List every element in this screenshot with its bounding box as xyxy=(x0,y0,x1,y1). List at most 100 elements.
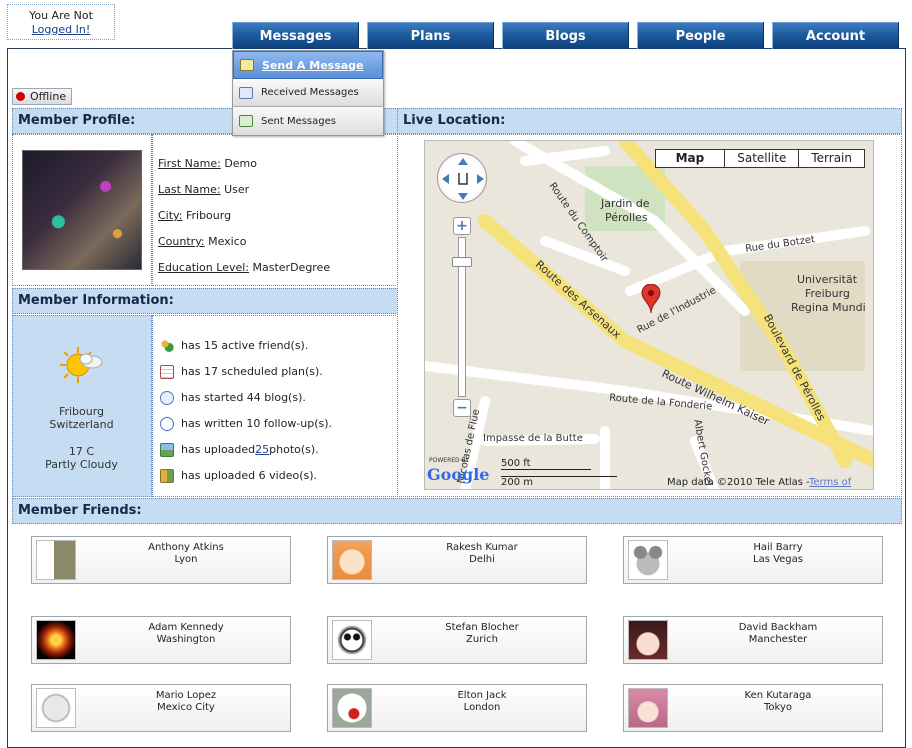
friend-avatar xyxy=(332,620,372,660)
friend-city: Zurich xyxy=(466,634,498,645)
map-label: Pérolles xyxy=(605,211,648,224)
map-label: Regina Mundi xyxy=(791,301,866,314)
menu-item-label: Received Messages xyxy=(261,87,359,98)
nav-tab-plans[interactable]: Plans xyxy=(367,22,494,49)
map-terms-link[interactable]: Terms of Use xyxy=(809,477,873,489)
friend-card[interactable]: Stefan Blocher Zurich xyxy=(327,616,587,664)
menu-item-sent-messages[interactable]: Sent Messages xyxy=(233,107,383,135)
map-pan-control[interactable] xyxy=(437,153,487,203)
map-label: Universität xyxy=(797,273,858,286)
map-label: Freiburg xyxy=(805,287,850,300)
friend-city: Mexico City xyxy=(157,702,215,713)
field-value: Mexico xyxy=(208,235,247,248)
powered-by-label: POWERED BY xyxy=(429,457,470,464)
friend-card[interactable]: Mario Lopez Mexico City xyxy=(31,684,291,732)
friend-city: Las Vegas xyxy=(753,554,803,565)
nav-tab-people[interactable]: People xyxy=(637,22,764,49)
stat-plans: has 17 scheduled plan(s). xyxy=(160,359,332,385)
menu-item-send-message[interactable]: Send A Message xyxy=(233,51,383,79)
status-label: Offline xyxy=(30,90,67,103)
login-status-box: You Are Not Logged In! xyxy=(7,4,115,40)
stat-followups: has written 10 follow-up(s). xyxy=(160,411,332,437)
nav-tab-messages[interactable]: Messages xyxy=(232,22,359,49)
map-label: Jardin de xyxy=(601,197,650,210)
friend-name: Anthony Atkins xyxy=(148,542,224,553)
stat-text: photo(s). xyxy=(269,443,319,456)
member-information-header: Member Information: xyxy=(12,288,398,314)
friend-avatar xyxy=(332,688,372,728)
stat-text: has uploaded 6 video(s). xyxy=(181,469,318,482)
offline-status-icon xyxy=(16,92,25,101)
weather-country: Switzerland xyxy=(49,418,114,431)
field-value: Demo xyxy=(224,157,257,170)
friend-card[interactable]: Elton Jack London xyxy=(327,684,587,732)
friend-city: Tokyo xyxy=(764,702,792,713)
menu-item-label: Sent Messages xyxy=(261,115,336,127)
map-copyright: Map data ©2010 Tele Atlas - xyxy=(667,477,810,488)
field-label: First Name: xyxy=(158,157,221,170)
zoom-slider-handle[interactable] xyxy=(452,257,472,267)
map-type-selector: Map Satellite Terrain xyxy=(654,149,865,168)
menu-item-received-messages[interactable]: Received Messages xyxy=(233,79,383,107)
field-label: Education Level: xyxy=(158,261,250,274)
weather-city: Fribourg xyxy=(58,405,105,418)
profile-photo xyxy=(22,150,142,270)
field-value: User xyxy=(224,183,250,196)
friend-name: Hail Barry xyxy=(753,542,803,553)
map-type-satellite[interactable]: Satellite xyxy=(724,150,798,167)
friend-city: Manchester xyxy=(748,634,808,645)
zoom-in-button[interactable]: + xyxy=(453,217,471,235)
video-icon xyxy=(160,469,174,483)
friend-name: Mario Lopez xyxy=(155,690,217,701)
nav-tab-account[interactable]: Account xyxy=(772,22,899,49)
weather-condition: Partly Cloudy xyxy=(45,458,118,471)
live-location-header: Live Location: xyxy=(397,108,902,134)
map-type-terrain[interactable]: Terrain xyxy=(798,150,864,167)
login-status-text: You Are Not xyxy=(29,9,93,22)
speech-bubbles-icon xyxy=(160,391,174,405)
field-value: Fribourg xyxy=(185,209,232,222)
location-map[interactable]: Map Satellite Terrain + − Jardin de Péro… xyxy=(424,140,874,490)
stat-text: has uploaded xyxy=(181,443,256,456)
friend-card[interactable]: Anthony Atkins Lyon xyxy=(31,536,291,584)
member-friends-header: Member Friends: xyxy=(12,498,902,524)
stat-blogs: has started 44 blog(s). xyxy=(160,385,332,411)
nav-tab-blogs[interactable]: Blogs xyxy=(502,22,629,49)
stat-videos: has uploaded 6 video(s). xyxy=(160,463,332,489)
photos-count-link[interactable]: 25 xyxy=(255,437,269,463)
stat-text: has 15 active friend(s). xyxy=(181,339,309,352)
friend-card[interactable]: Ken Kutaraga Tokyo xyxy=(623,684,883,732)
friend-avatar xyxy=(36,688,76,728)
friend-city: Washington xyxy=(156,634,216,645)
profile-first-name: First Name: Demo xyxy=(158,151,330,177)
inbox-icon xyxy=(239,86,253,99)
friend-avatar xyxy=(36,620,76,660)
friend-avatar xyxy=(628,540,668,580)
friend-card[interactable]: Rakesh Kumar Delhi xyxy=(327,536,587,584)
map-type-map[interactable]: Map xyxy=(656,150,725,167)
location-marker-icon[interactable] xyxy=(641,284,661,314)
map-label: Impasse de la Butte xyxy=(483,433,583,444)
login-link[interactable]: Logged In! xyxy=(8,23,114,37)
field-label: Country: xyxy=(158,235,205,248)
friend-name: Elton Jack xyxy=(457,690,507,701)
google-logo[interactable]: Google xyxy=(427,465,489,484)
profile-last-name: Last Name: User xyxy=(158,177,330,203)
friend-card[interactable]: David Backham Manchester xyxy=(623,616,883,664)
friend-avatar xyxy=(628,620,668,660)
stat-friends: has 15 active friend(s). xyxy=(160,333,332,359)
map-scale-ft: 500 ft xyxy=(501,458,591,470)
field-value: MasterDegree xyxy=(252,261,331,274)
partly-cloudy-icon xyxy=(60,347,103,383)
stat-text: has 17 scheduled plan(s). xyxy=(181,365,323,378)
compose-icon xyxy=(240,59,254,71)
friend-card[interactable]: Adam Kennedy Washington xyxy=(31,616,291,664)
friend-city: London xyxy=(463,702,501,713)
stat-text: has written 10 follow-up(s). xyxy=(181,417,333,430)
weather-info: Fribourg Switzerland 17 C Partly Cloudy xyxy=(14,405,149,471)
profile-city: City: Fribourg xyxy=(158,203,330,229)
friend-card[interactable]: Hail Barry Las Vegas xyxy=(623,536,883,584)
messages-dropdown-menu: Send A Message Received Messages Sent Me… xyxy=(232,50,384,136)
comment-icon xyxy=(160,417,174,431)
zoom-out-button[interactable]: − xyxy=(453,399,471,417)
